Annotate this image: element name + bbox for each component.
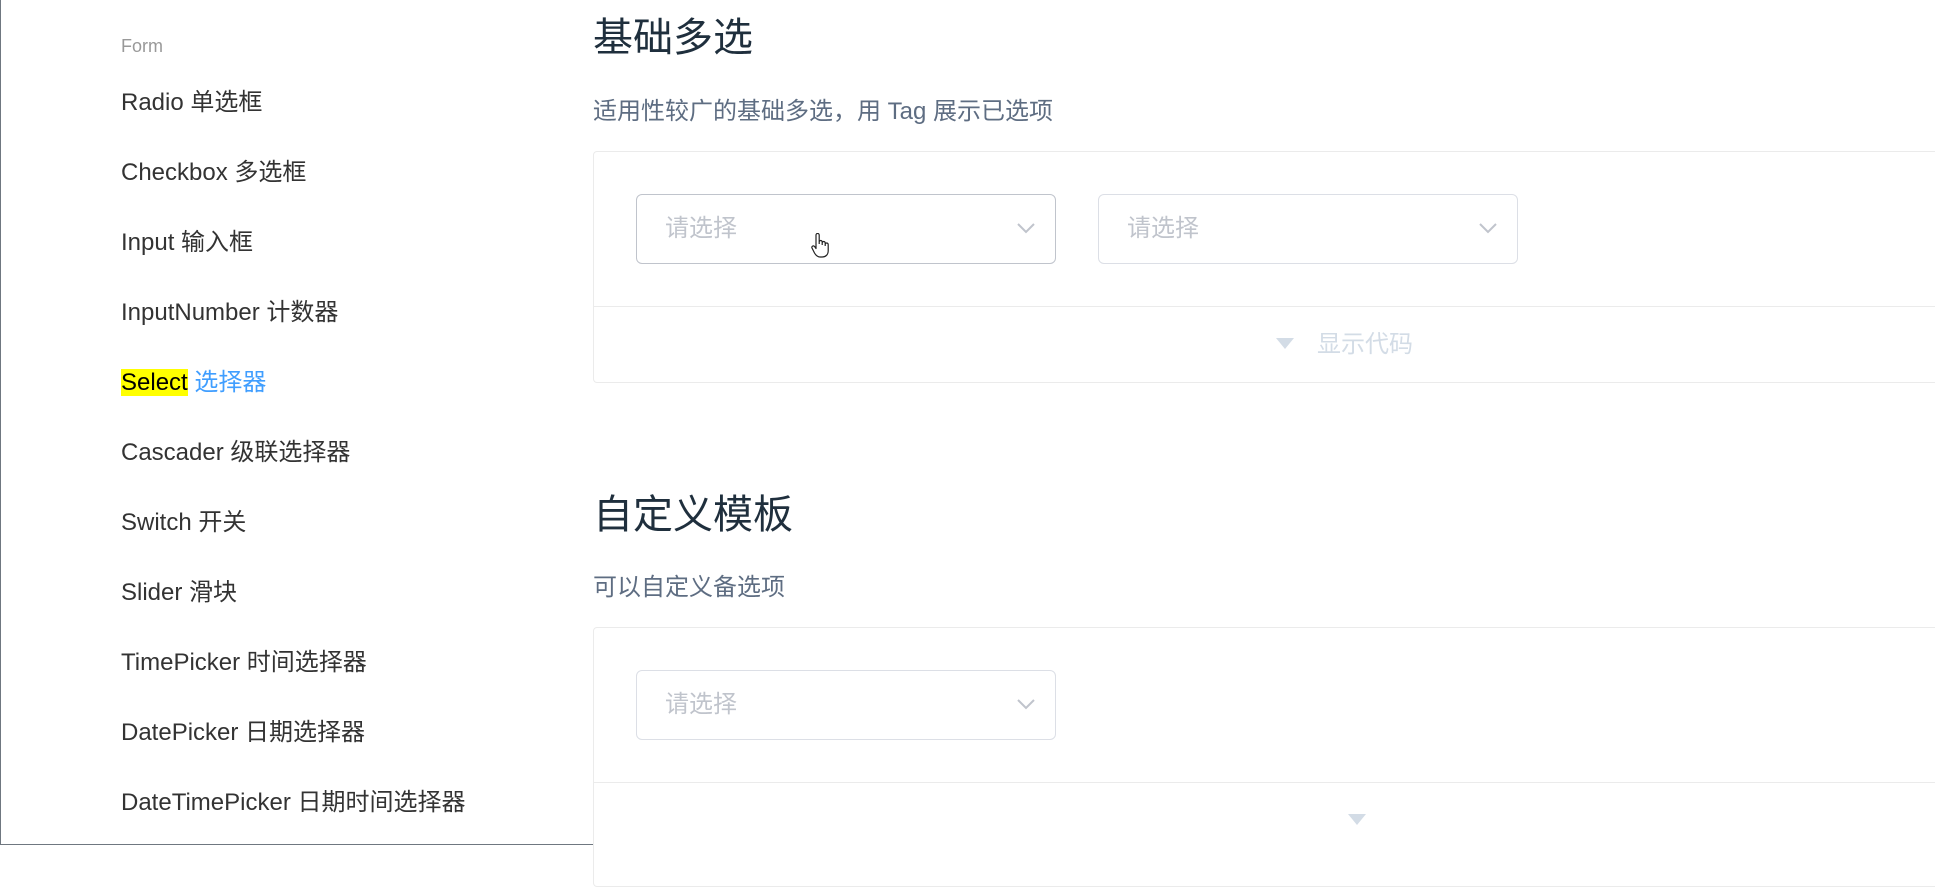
show-code-label: 显示代码: [1317, 331, 1413, 358]
nav-list: Radio 单选框 Checkbox 多选框 Input 输入框 InputNu…: [121, 80, 465, 850]
sidebar-item-select[interactable]: Select 选择器: [121, 360, 465, 430]
sidebar-item-cascader[interactable]: Cascader 级联选择器: [121, 430, 465, 500]
sidebar-item-inputnumber[interactable]: InputNumber 计数器: [121, 290, 465, 360]
chevron-down-icon: [1017, 223, 1035, 234]
sidebar-item-datepicker[interactable]: DatePicker 日期选择器: [121, 710, 465, 780]
sidebar-item-radio[interactable]: Radio 单选框: [121, 80, 465, 150]
multi-select-1[interactable]: 请选择: [636, 194, 1056, 264]
sidebar-item-timepicker[interactable]: TimePicker 时间选择器: [121, 640, 465, 710]
sidebar-item-checkbox[interactable]: Checkbox 多选框: [121, 150, 465, 220]
select-placeholder: 请选择: [1127, 215, 1199, 242]
sidebar-item-datetimepicker[interactable]: DateTimePicker 日期时间选择器: [121, 780, 465, 850]
section-title-custom-template: 自定义模板: [593, 493, 793, 537]
demo-block-custom-template: 请选择: [593, 627, 1935, 887]
demo-source: 请选择: [594, 628, 1935, 783]
main-content: 基础多选 适用性较广的基础多选，用 Tag 展示已选项 请选择 请选择 显示代码…: [593, 0, 1935, 887]
custom-template-select[interactable]: 请选择: [636, 670, 1056, 740]
caret-down-icon: [1276, 338, 1294, 349]
sidebar-item-select-label: 选择器: [187, 369, 267, 396]
nav-group-title: Form: [121, 36, 163, 56]
sidebar-item-input[interactable]: Input 输入框: [121, 220, 465, 290]
select-placeholder: 请选择: [665, 215, 737, 242]
section-desc-custom-template: 可以自定义备选项: [593, 574, 785, 601]
sidebar-nav: Form Radio 单选框 Checkbox 多选框 Input 输入框 In…: [0, 0, 560, 845]
chevron-down-icon: [1017, 699, 1035, 710]
section-desc-basic-multiple: 适用性较广的基础多选，用 Tag 展示已选项: [593, 98, 1054, 125]
hand-cursor-icon: [811, 233, 829, 258]
demo-block-basic-multiple: 请选择 请选择 显示代码: [593, 151, 1935, 383]
sidebar-item-switch[interactable]: Switch 开关: [121, 500, 465, 570]
search-highlight: Select: [121, 369, 188, 396]
section-title-basic-multiple: 基础多选: [593, 16, 753, 60]
caret-down-icon: [1348, 814, 1366, 825]
chevron-down-icon: [1479, 223, 1497, 234]
select-placeholder: 请选择: [665, 691, 737, 718]
show-code-toggle[interactable]: 显示代码: [594, 306, 1935, 384]
demo-source: 请选择 请选择: [594, 152, 1935, 307]
multi-select-2[interactable]: 请选择: [1098, 194, 1518, 264]
sidebar-item-slider[interactable]: Slider 滑块: [121, 570, 465, 640]
show-code-toggle[interactable]: [594, 782, 1935, 860]
